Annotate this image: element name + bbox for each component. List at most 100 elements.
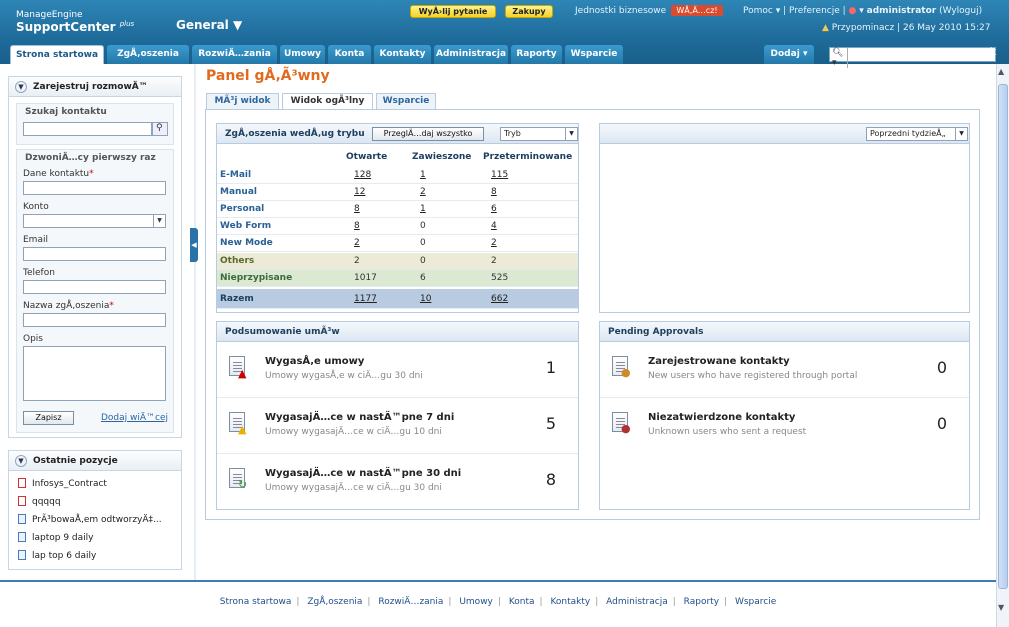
chevron-down-icon: ▼ [955,128,967,140]
module-switcher[interactable]: General ▼ [176,18,242,32]
user-status-icon: ● [848,6,857,16]
table-row: Web Form 8 0 4 [217,218,578,235]
scroll-down-icon[interactable]: ▼ [998,603,1004,612]
add-new-button[interactable]: Dodaj ▾ [764,45,814,64]
contract-summary-row[interactable]: ▲ WygasÅ‚e umowy Umowy wygasÅ‚e w ciÄ…gu… [217,342,578,398]
approval-row[interactable]: ● Zarejestrowane kontakty New users who … [600,342,969,398]
search-ok-button[interactable]: Ok [981,47,996,58]
mode-select[interactable]: Tryb ▼ [500,127,578,141]
contact-data-field[interactable] [23,181,166,195]
tab-my-view[interactable]: MÃ³j widok [206,93,279,110]
weekly-chart-panel [599,123,970,313]
contact-data-label: Dane kontaktu [23,169,90,179]
register-call-title: Zarejestruj rozmowÄ™ [33,82,148,92]
warning-contract-icon: ▲ [229,412,249,436]
scrollbar-thumb[interactable] [998,84,1008,589]
request-icon [18,532,26,542]
phone-field[interactable] [23,280,166,294]
business-units-label: Jednostki biznesowe [575,6,667,16]
table-row: Manual 12 2 8 [217,184,578,201]
tab-support[interactable]: Wsparcie [565,45,623,64]
sidebar-collapse-handle[interactable]: ◀ [190,228,198,262]
scroll-up-icon[interactable]: ▲ [998,67,1004,76]
submit-request-button[interactable]: WyÅ›lij pytanie [410,5,496,18]
column-header: Przeterminowane [483,152,573,162]
add-more-link[interactable]: Dodaj wiÄ™cej [101,413,168,423]
chevron-down-icon[interactable]: ▼ [15,81,27,93]
table-row: Nieprzypisane 1017 6 525 [217,270,578,287]
search-icon[interactable]: ⚲ [152,122,168,136]
bell-icon: ▲ [822,23,829,33]
tab-solutions[interactable]: RozwiÄ…zania [192,45,277,64]
recent-item[interactable]: PrÃ³bowaÅ‚em odtworzyÄ‡... [18,514,162,525]
reminders-link[interactable]: Przypominacz [832,23,894,33]
new-caller-label: DzwoniÄ…cy pierwszy raz [25,153,156,163]
contract-icon [18,496,26,506]
table-row: New Mode 2 0 2 [217,235,578,252]
tab-accounts[interactable]: Konta [328,45,371,64]
account-label: Konto [23,202,49,212]
recent-item[interactable]: Infosys_Contract [18,478,107,489]
footer-link[interactable]: Konta [509,597,535,607]
chevron-down-icon: ▼ [153,215,165,227]
footer-link[interactable]: Kontakty [550,597,590,607]
add-label: Dodaj [770,49,800,59]
request-icon [18,514,26,524]
recent-item[interactable]: lap top 6 daily [18,550,96,561]
tab-contacts[interactable]: Kontakty [374,45,431,64]
register-call-panel: ▼ Zarejestruj rozmowÄ™ Szukaj kontaktu ⚲ … [8,76,182,438]
column-header: Otwarte [346,152,388,162]
business-units-toggle[interactable]: WÅ‚Ä…cz! [671,5,723,16]
request-name-label: Nazwa zgÅ‚oszenia [23,301,110,311]
footer-link[interactable]: Raporty [684,597,719,607]
panel-title: ZgÅ‚oszenia wedÅ‚ug trybu [225,129,365,139]
search-contact-box: Szukaj kontaktu ⚲ [16,103,174,145]
user-name[interactable]: administrator [867,6,937,16]
purchases-button[interactable]: Zakupy [505,5,553,18]
contract-summary-row[interactable]: ↻ WygasajÄ…ce w nastÄ™pne 30 dni Umowy w… [217,454,578,510]
help-link[interactable]: Pomoc [743,6,773,16]
search-icon[interactable]: 🔍︎▾ [832,48,848,68]
unapproved-contacts-icon: ● [612,412,632,436]
panel-title: Pending Approvals [608,327,704,337]
footer-link[interactable]: Strona startowa [220,597,292,607]
chevron-down-icon[interactable]: ▼ [15,455,27,467]
chevron-down-icon: ▼ [233,18,243,32]
footer-link[interactable]: Administracja [606,597,668,607]
footer-link[interactable]: Umowy [459,597,493,607]
contract-summary-row[interactable]: ▲ WygasajÄ…ce w nastÄ™pne 7 dni Umowy wy… [217,398,578,454]
preferences-link[interactable]: Preferencje [789,6,840,16]
column-header: Zawieszone [412,152,472,162]
tab-admin[interactable]: Administracja [434,45,508,64]
footer-link[interactable]: ZgÅ‚oszenia [307,597,362,607]
footer-link[interactable]: RozwiÄ…zania [378,597,443,607]
account-select[interactable]: ▼ [23,214,166,228]
email-label: Email [23,235,48,245]
search-input[interactable]: 🔍︎▾ [829,47,996,68]
contact-search-input[interactable] [23,122,152,136]
recent-item[interactable]: laptop 9 daily [18,532,93,543]
save-button[interactable]: Zapisz [23,411,74,425]
tab-requests[interactable]: ZgÅ‚oszenia [107,45,189,64]
renew-contract-icon: ↻ [229,468,249,492]
tab-support-view[interactable]: Wsparcie [376,93,436,110]
contract-icon [18,478,26,488]
description-field[interactable] [23,346,166,401]
brand-line1: ManageEngine [16,10,83,20]
request-name-field[interactable] [23,313,166,327]
view-all-button[interactable]: PrzeglÄ…daj wszystko [372,127,484,141]
email-field[interactable] [23,247,166,261]
brand-line2: SupportCenter [16,20,116,34]
new-caller-box: DzwoniÄ…cy pierwszy raz Dane kontaktu* K… [16,149,174,433]
tab-reports[interactable]: Raporty [511,45,562,64]
tab-contracts[interactable]: Umowy [280,45,325,64]
approval-row[interactable]: ● Niezatwierdzone kontakty Unknown users… [600,398,969,454]
period-select[interactable]: Poprzedni tydzieÅ„ ▼ [866,127,968,141]
request-icon [18,550,26,560]
tab-general-view[interactable]: Widok ogÃ³lny [282,93,373,110]
footer-link[interactable]: Wsparcie [735,597,776,607]
brand-sup: plus [119,20,135,28]
tab-home[interactable]: Strona startowa [10,45,104,64]
logout-link[interactable]: (Wyloguj) [939,6,982,16]
recent-item[interactable]: qqqqq [18,496,61,507]
